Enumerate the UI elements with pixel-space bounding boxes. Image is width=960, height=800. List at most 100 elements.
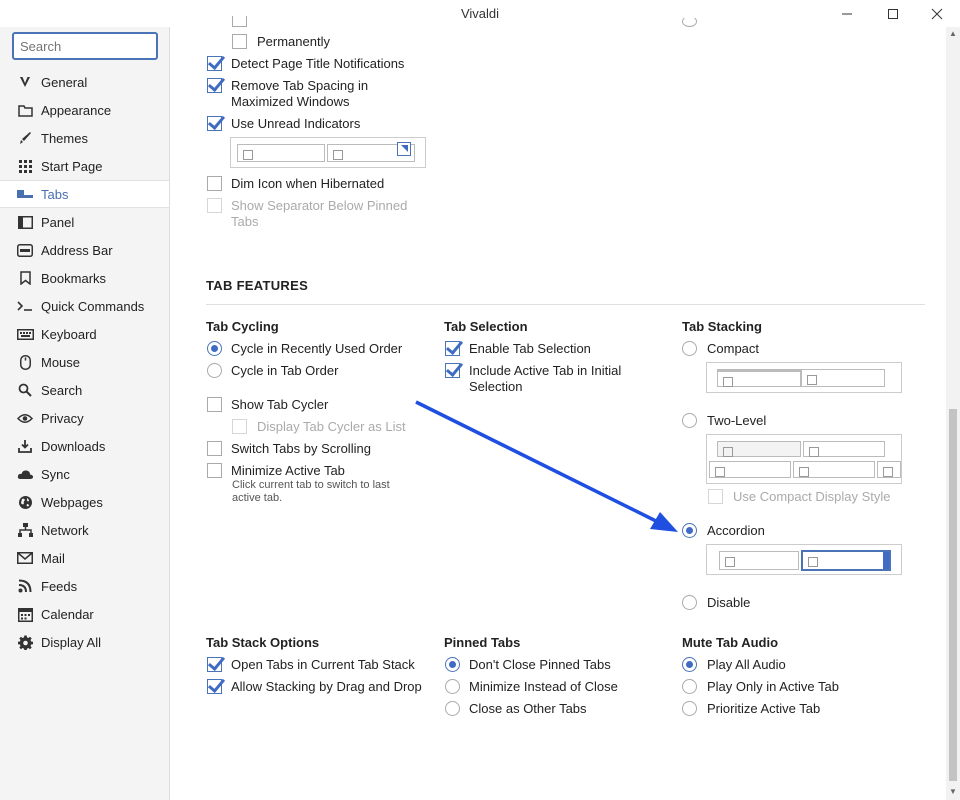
tab-stacking-title: Tab Stacking xyxy=(682,319,762,334)
dim-icon-checkbox[interactable] xyxy=(207,176,222,191)
stacking-two-level-label: Two-Level xyxy=(707,413,767,428)
sidebar-item-general[interactable]: General xyxy=(0,68,169,96)
mute-prioritize-radio[interactable] xyxy=(682,701,697,716)
hidden-option-checkbox[interactable] xyxy=(232,16,247,27)
download-icon xyxy=(16,438,34,454)
scroll-up-icon[interactable]: ▲ xyxy=(946,29,960,41)
address-bar-icon xyxy=(16,242,34,258)
sidebar-item-network[interactable]: Network xyxy=(0,516,169,544)
content-scrollbar[interactable]: ▲ ▼ xyxy=(946,27,960,800)
close-window-button[interactable] xyxy=(914,0,960,27)
sidebar-item-mail[interactable]: Mail xyxy=(0,544,169,572)
vivaldi-v-icon xyxy=(16,74,34,90)
mute-active-only-radio[interactable] xyxy=(682,679,697,694)
sidebar-item-label: Start Page xyxy=(41,158,103,174)
sidebar-item-themes[interactable]: Themes xyxy=(0,124,169,152)
separator-label: Show Separator Below Pinned Tabs xyxy=(231,198,408,229)
sidebar-item-calendar[interactable]: Calendar xyxy=(0,600,169,628)
stacking-compact-radio[interactable] xyxy=(682,341,697,356)
pinned-close-other-label: Close as Other Tabs xyxy=(469,701,587,716)
mute-prioritize-label: Prioritize Active Tab xyxy=(707,701,821,716)
sidebar-item-start-page[interactable]: Start Page xyxy=(0,152,169,180)
sidebar-item-mouse[interactable]: Mouse xyxy=(0,348,169,376)
switch-scrolling-checkbox[interactable] xyxy=(207,441,222,456)
preview-tab xyxy=(803,441,885,457)
settings-nav: General Appearance Themes Start Page Tab… xyxy=(0,68,169,656)
sidebar-item-panel[interactable]: Panel xyxy=(0,208,169,236)
show-cycler-checkbox[interactable] xyxy=(207,397,222,412)
minimize-active-checkbox[interactable] xyxy=(207,463,222,478)
pinned-minimize-radio[interactable] xyxy=(445,679,460,694)
accordion-expand-handle xyxy=(883,552,889,569)
preview-tab xyxy=(709,461,791,478)
separator-checkbox[interactable] xyxy=(207,198,222,213)
minimize-window-button[interactable] xyxy=(824,0,870,27)
unread-preview xyxy=(230,137,426,168)
drag-drop-stacking-checkbox[interactable] xyxy=(207,679,222,694)
enable-selection-label: Enable Tab Selection xyxy=(469,341,591,356)
pinned-dont-close-label: Don't Close Pinned Tabs xyxy=(469,657,611,672)
preview-tab xyxy=(801,550,891,571)
mute-play-all-label: Play All Audio xyxy=(707,657,786,672)
stacking-disable-label: Disable xyxy=(707,595,751,610)
include-active-checkbox[interactable] xyxy=(445,363,460,378)
permanently-checkbox[interactable] xyxy=(232,34,247,49)
unread-indicator-icon xyxy=(397,142,411,156)
show-cycler-label: Show Tab Cycler xyxy=(231,397,329,412)
use-compact-checkbox[interactable] xyxy=(708,489,723,504)
sidebar-item-tabs[interactable]: Tabs xyxy=(0,180,169,208)
sidebar-item-label: Themes xyxy=(41,130,88,146)
two-level-preview xyxy=(706,434,902,484)
hidden-option-radio[interactable] xyxy=(682,16,697,27)
search-icon xyxy=(16,382,34,398)
unread-indicators-checkbox[interactable] xyxy=(207,116,222,131)
sidebar-item-address-bar[interactable]: Address Bar xyxy=(0,236,169,264)
mute-audio-title: Mute Tab Audio xyxy=(682,635,779,650)
maximize-window-button[interactable] xyxy=(870,0,916,27)
remove-spacing-checkbox[interactable] xyxy=(207,78,222,93)
brush-icon xyxy=(16,130,34,146)
sidebar-item-label: Address Bar xyxy=(41,242,113,258)
sidebar-item-label: Tabs xyxy=(41,186,69,202)
sidebar-item-webpages[interactable]: Webpages xyxy=(0,488,169,516)
sidebar-item-keyboard[interactable]: Keyboard xyxy=(0,320,169,348)
enable-selection-checkbox[interactable] xyxy=(445,341,460,356)
cycler-list-checkbox[interactable] xyxy=(232,419,247,434)
accordion-preview xyxy=(706,544,902,575)
preview-tab xyxy=(719,551,799,570)
include-active-label: Include Active Tab in Initial Selection xyxy=(469,363,622,394)
scroll-down-icon[interactable]: ▼ xyxy=(946,787,960,799)
sidebar-item-bookmarks[interactable]: Bookmarks xyxy=(0,264,169,292)
mail-icon xyxy=(16,550,34,566)
stacking-accordion-radio[interactable] xyxy=(682,523,697,538)
scrollbar-thumb[interactable] xyxy=(949,409,957,781)
title-bar: Vivaldi xyxy=(0,0,960,27)
sidebar-item-display-all[interactable]: Display All xyxy=(0,628,169,656)
sidebar-item-label: Sync xyxy=(41,466,70,482)
pinned-dont-close-radio[interactable] xyxy=(445,657,460,672)
search-input[interactable] xyxy=(12,32,158,60)
mute-play-all-radio[interactable] xyxy=(682,657,697,672)
sidebar-item-search[interactable]: Search xyxy=(0,376,169,404)
detect-titles-checkbox[interactable] xyxy=(207,56,222,71)
sidebar-item-privacy[interactable]: Privacy xyxy=(0,404,169,432)
sidebar-item-downloads[interactable]: Downloads xyxy=(0,432,169,460)
stacking-disable-radio[interactable] xyxy=(682,595,697,610)
cycle-order-label: Cycle in Tab Order xyxy=(231,363,339,378)
stacking-two-level-radio[interactable] xyxy=(682,413,697,428)
sidebar-item-label: Quick Commands xyxy=(41,298,145,314)
sidebar-item-label: Mouse xyxy=(41,354,81,370)
pinned-close-other-radio[interactable] xyxy=(445,701,460,716)
dim-icon-label: Dim Icon when Hibernated xyxy=(231,176,385,191)
open-current-stack-checkbox[interactable] xyxy=(207,657,222,672)
sidebar-item-sync[interactable]: Sync xyxy=(0,460,169,488)
cycle-recent-radio[interactable] xyxy=(207,341,222,356)
pinned-minimize-label: Minimize Instead of Close xyxy=(469,679,618,694)
calendar-icon xyxy=(16,606,34,622)
minimize-active-hint: Click current tab to switch to last acti… xyxy=(232,479,390,504)
sidebar-item-appearance[interactable]: Appearance xyxy=(0,96,169,124)
cycle-order-radio[interactable] xyxy=(207,363,222,378)
open-current-stack-label: Open Tabs in Current Tab Stack xyxy=(231,657,415,672)
sidebar-item-feeds[interactable]: Feeds xyxy=(0,572,169,600)
sidebar-item-quick-commands[interactable]: Quick Commands xyxy=(0,292,169,320)
